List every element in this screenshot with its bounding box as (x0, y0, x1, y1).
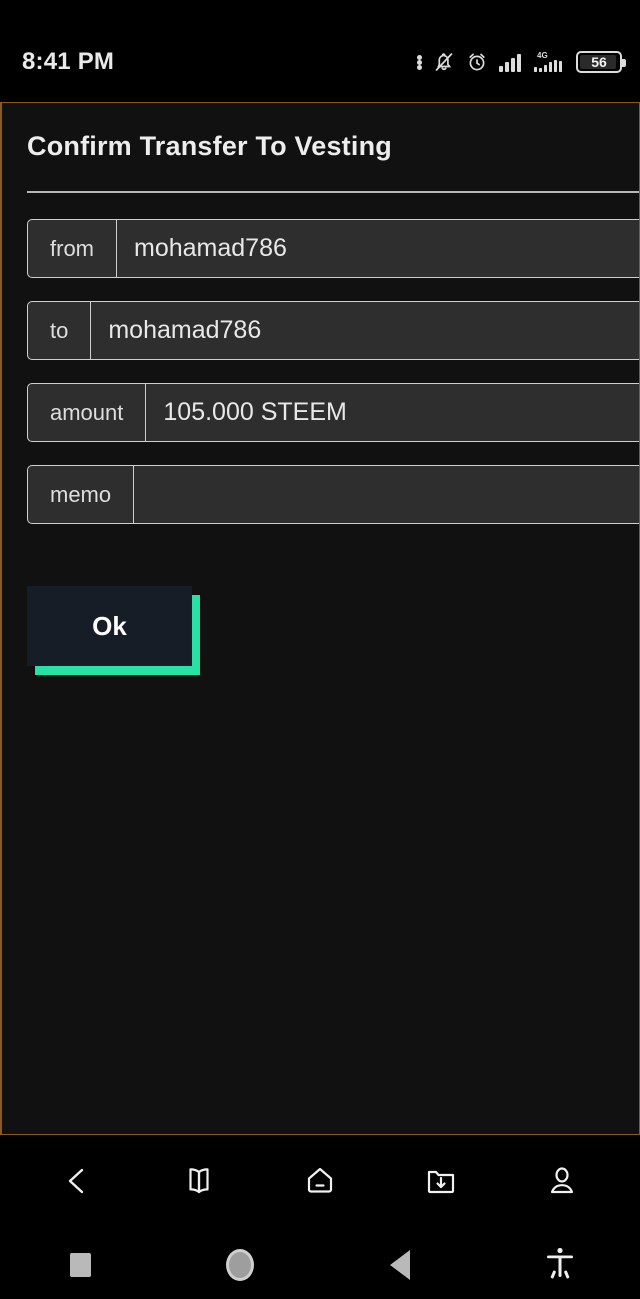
system-back-button[interactable] (320, 1230, 480, 1299)
app-bottom-nav (0, 1135, 640, 1230)
home-circle-icon (226, 1248, 254, 1281)
alarm-clock-icon (465, 50, 489, 74)
battery-level: 56 (591, 54, 607, 70)
field-label-to: to (28, 302, 92, 359)
field-label-from: from (28, 220, 117, 277)
android-system-nav (0, 1230, 640, 1299)
nav-back-button[interactable] (46, 1151, 110, 1215)
field-value-memo[interactable] (134, 466, 639, 523)
back-chevron-icon (60, 1163, 96, 1202)
form-row-memo: memo (27, 465, 639, 524)
form-row-amount: amount 105.000 STEEM (27, 383, 639, 442)
more-dots-icon (417, 54, 423, 70)
battery-icon: 56 (576, 51, 626, 73)
field-label-memo: memo (28, 466, 135, 523)
form-row-from: from mohamad786 (27, 219, 639, 278)
field-value-to[interactable]: mohamad786 (91, 302, 639, 359)
recents-square-icon (69, 1252, 91, 1277)
nav-downloads-button[interactable] (409, 1151, 473, 1215)
app-content-frame: Confirm Transfer To Vesting from mohamad… (0, 102, 640, 1135)
field-label-amount: amount (28, 384, 147, 441)
svg-text:4G: 4G (537, 51, 548, 60)
form-row-to: to mohamad786 (27, 301, 639, 360)
page-title: Confirm Transfer To Vesting (27, 131, 392, 161)
signal-4g-icon: 4G (533, 50, 567, 74)
ok-button[interactable]: Ok (27, 586, 192, 666)
phone-screen: 8:41 PM 4G 56 Confirm Transfer To Vestin… (0, 0, 640, 1299)
back-triangle-icon (390, 1249, 410, 1280)
system-recents-button[interactable] (0, 1230, 160, 1299)
signal-bars-icon (498, 51, 524, 73)
status-icon-tray: 4G 56 (417, 28, 626, 74)
nav-book-button[interactable] (167, 1151, 231, 1215)
home-icon (302, 1163, 338, 1202)
nav-profile-button[interactable] (530, 1151, 594, 1215)
system-accessibility-button[interactable] (480, 1230, 640, 1299)
accessibility-icon (545, 1246, 575, 1283)
nav-home-button[interactable] (288, 1151, 352, 1215)
status-bar: 8:41 PM 4G 56 (0, 0, 640, 102)
title-divider (27, 191, 639, 193)
field-value-from[interactable]: mohamad786 (117, 220, 639, 277)
field-value-amount[interactable]: 105.000 STEEM (146, 384, 639, 441)
profile-icon (544, 1163, 580, 1202)
bell-muted-icon (432, 50, 456, 74)
status-time: 8:41 PM (22, 48, 115, 75)
confirm-details-form: from mohamad786 to mohamad786 amount 105… (2, 219, 639, 524)
book-icon (181, 1163, 217, 1202)
folder-download-icon (423, 1163, 459, 1202)
ok-button-wrapper: Ok (27, 586, 200, 675)
system-home-button[interactable] (160, 1230, 320, 1299)
